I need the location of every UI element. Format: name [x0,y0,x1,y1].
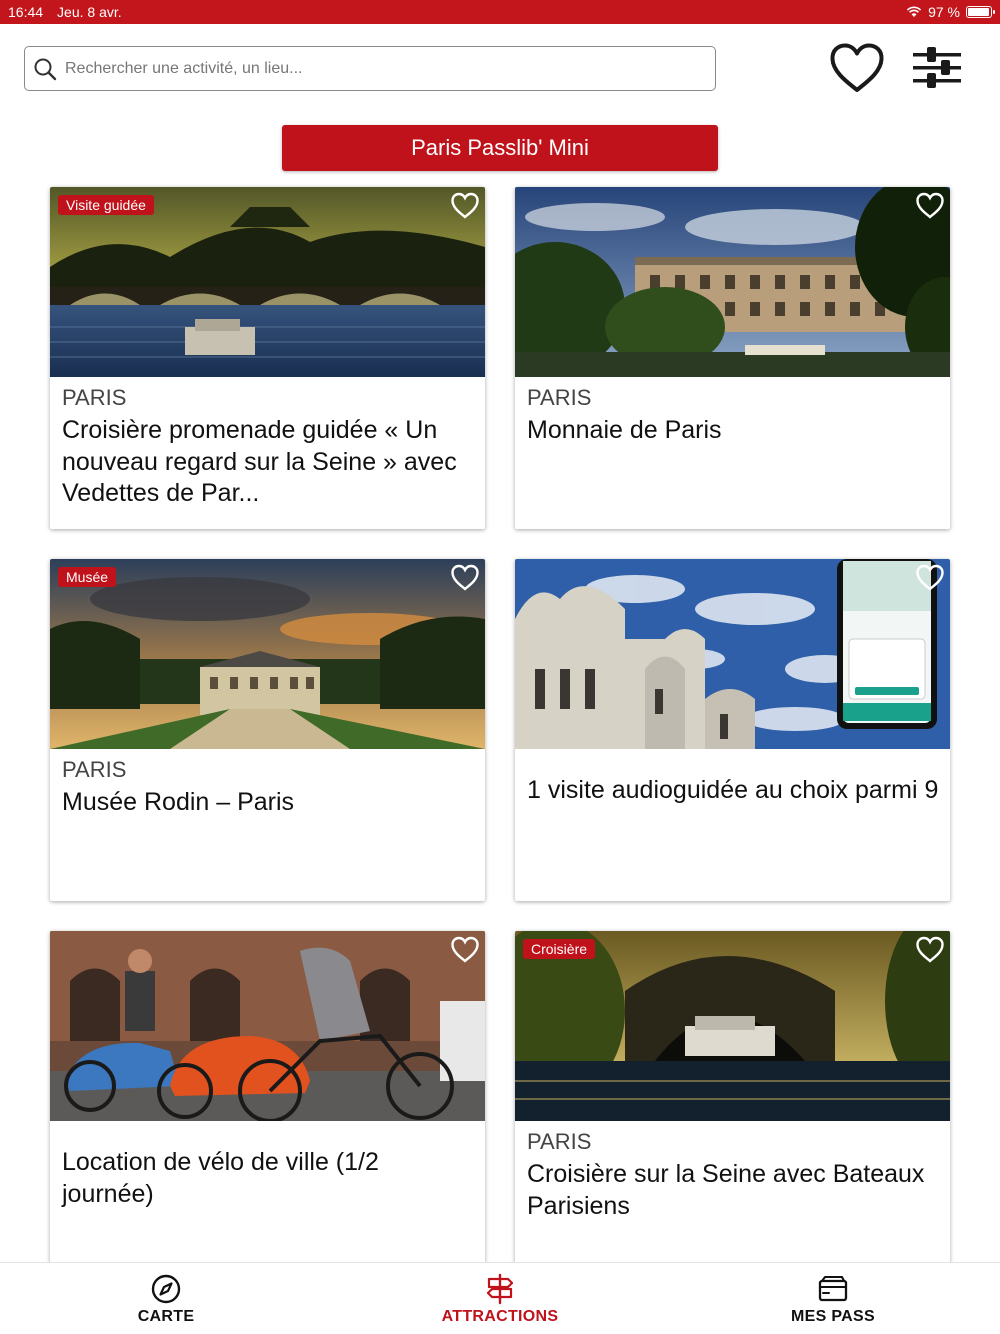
category-badge: Musée [58,567,117,587]
favorite-heart-icon[interactable] [450,935,480,965]
tab-label: MES PASS [791,1308,875,1325]
favorite-heart-icon[interactable] [915,563,945,593]
card-city: PARIS [62,385,127,410]
tab-attractions[interactable]: ATTRACTIONS [400,1263,600,1334]
card-city: PARIS [527,385,592,410]
card-city: PARIS [527,1129,592,1154]
favorite-heart-icon[interactable] [915,935,945,965]
category-badge: Visite guidée [58,195,154,215]
card-title: Croisière promenade guidée « Un nouveau … [62,416,457,507]
card-image-bateaux-parisiens [515,931,950,1121]
bottom-tab-bar: CARTE ATTRACTIONS MES PASS [0,1262,1000,1334]
favorite-heart-icon[interactable] [450,563,480,593]
attraction-card-1[interactable]: Visite guidée PARIS Croisière promenade … [50,187,485,529]
card-image-audioguide [515,559,950,749]
favorite-heart-icon[interactable] [450,191,480,221]
card-title: Croisière sur la Seine avec Bateaux Pari… [527,1160,925,1220]
tab-carte[interactable]: CARTE [66,1263,266,1334]
category-badge: Croisière [523,939,596,959]
card-city: PARIS [62,757,127,782]
attractions-grid: Visite guidée PARIS Croisière promenade … [0,0,1000,1262]
attraction-card-3[interactable]: Musée PARIS Musée Rodin – Paris [50,559,485,901]
tab-label: ATTRACTIONS [441,1308,559,1325]
compass-icon [151,1274,181,1304]
attraction-card-4[interactable]: 1 visite audioguidée au choix parmi 9 [515,559,950,901]
attraction-card-5[interactable]: Location de vélo de ville (1/2 journée) [50,931,485,1262]
card-title: 1 visite audioguidée au choix parmi 9 [527,776,939,804]
card-title: Monnaie de Paris [527,416,722,444]
card-image-seine-cruise [50,187,485,377]
card-image-bike-rental [50,931,485,1121]
signpost-icon [486,1273,514,1305]
tab-mes-pass[interactable]: MES PASS [733,1263,933,1334]
tab-label: CARTE [137,1308,195,1325]
attraction-card-6[interactable]: Croisière PARIS Croisière sur la Seine a… [515,931,950,1262]
attraction-card-2[interactable]: PARIS Monnaie de Paris [515,187,950,529]
card-image-monnaie [515,187,950,377]
card-title: Musée Rodin – Paris [62,788,295,816]
card-image-rodin [50,559,485,749]
wallet-icon [818,1275,848,1302]
favorite-heart-icon[interactable] [915,191,945,221]
card-title: Location de vélo de ville (1/2 journée) [62,1148,379,1208]
